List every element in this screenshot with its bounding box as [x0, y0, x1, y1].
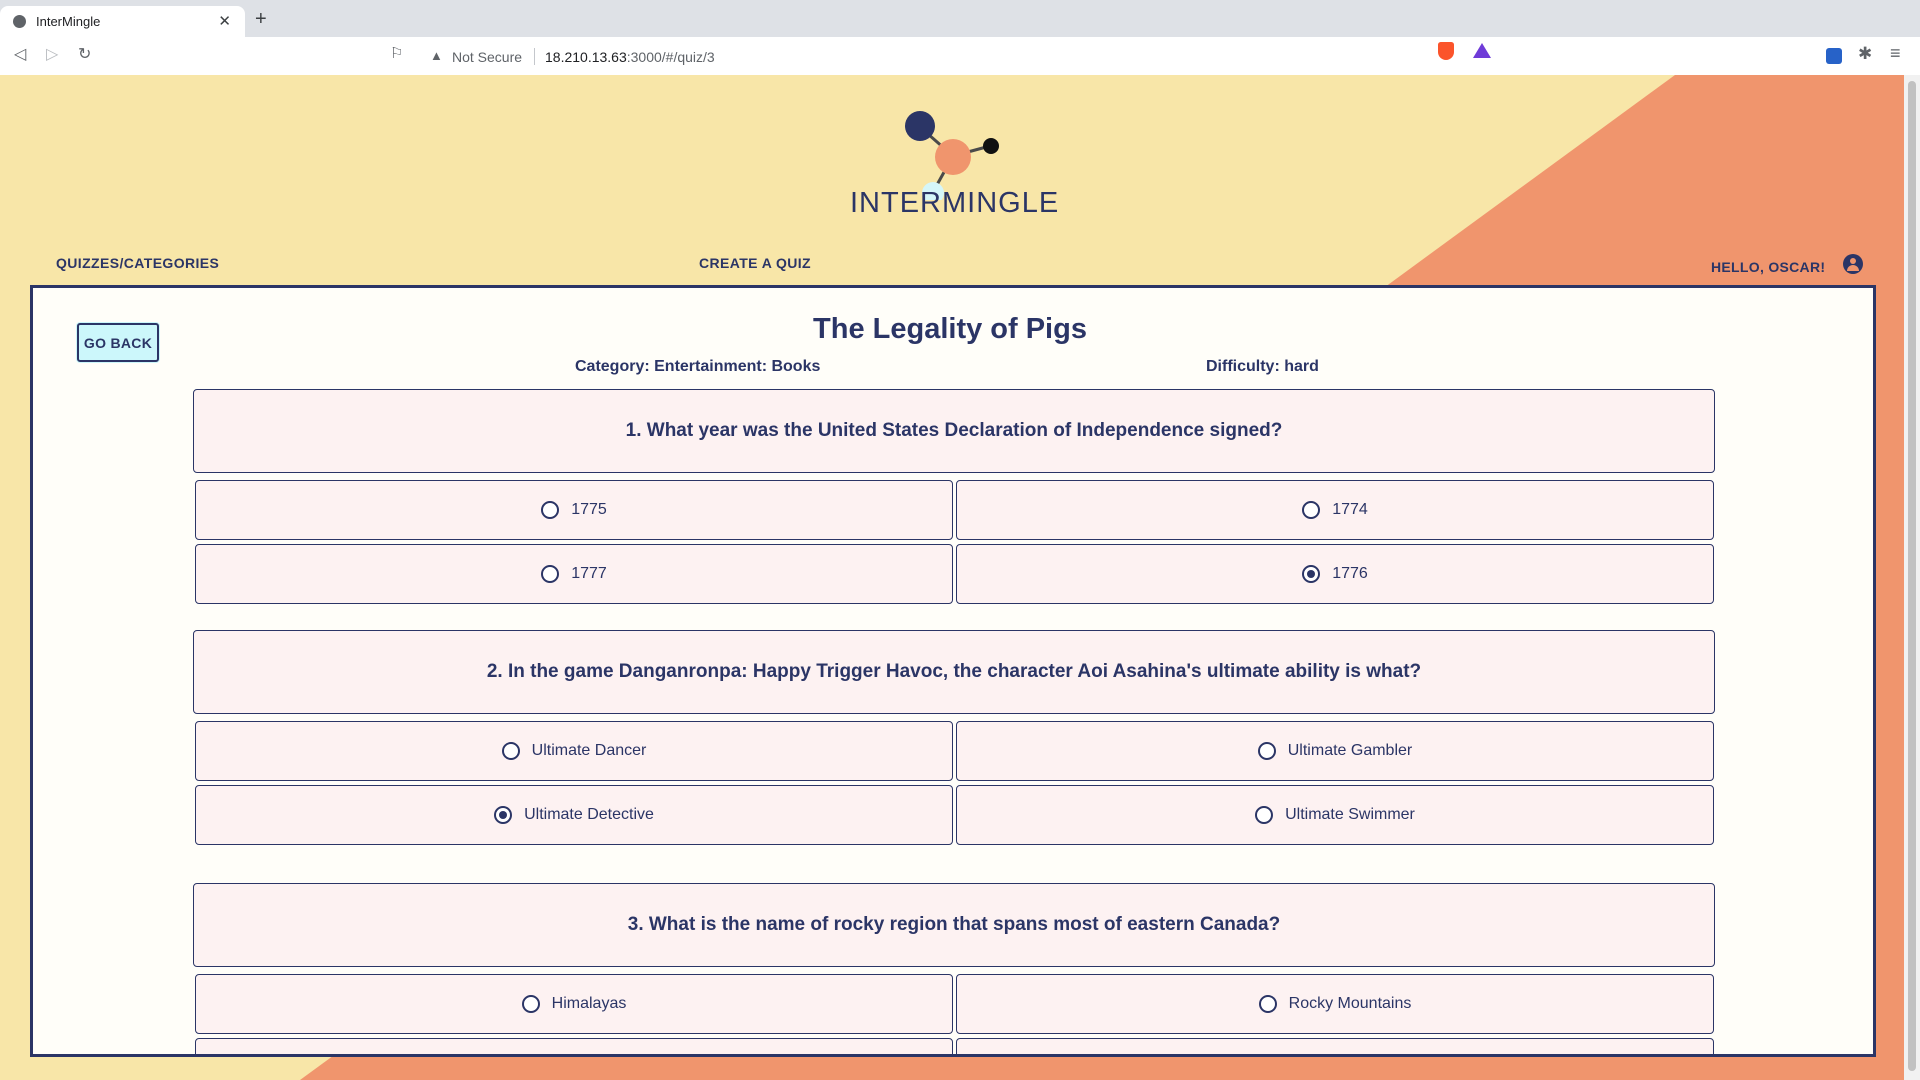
brave-shield-icon[interactable] [1438, 42, 1454, 60]
option-q2-4[interactable]: Ultimate Swimmer [956, 785, 1714, 845]
divider [534, 48, 535, 65]
page: INTERMINGLE QUIZZES/CATEGORIES CREATE A … [0, 75, 1904, 1080]
extensions-icon[interactable]: ✱ [1858, 44, 1872, 64]
radio-button[interactable] [1257, 742, 1276, 760]
url-host: 18.210.13.63 [545, 49, 627, 65]
forward-icon[interactable]: ▷ [46, 44, 58, 64]
browser-tab[interactable]: InterMingle ✕ [0, 6, 245, 37]
bookmark-icon[interactable]: ⚐ [390, 44, 403, 62]
option-q3-1[interactable]: Himalayas [195, 974, 953, 1034]
option-label: Ultimate Swimmer [1285, 806, 1415, 823]
option-q3-2[interactable]: Rocky Mountains [956, 974, 1714, 1034]
brave-rewards-icon[interactable] [1473, 43, 1491, 58]
globe-icon [13, 15, 26, 28]
question-3: 3. What is the name of rocky region that… [193, 883, 1715, 967]
option-label: 1774 [1332, 501, 1368, 518]
close-tab-icon[interactable]: ✕ [218, 12, 231, 30]
option-q3-4[interactable] [956, 1038, 1714, 1054]
url-path: :3000/#/quiz/3 [626, 49, 715, 65]
option-label: 1777 [571, 565, 607, 582]
option-label: Ultimate Dancer [531, 742, 647, 759]
option-q1-2[interactable]: 1774 [956, 480, 1714, 540]
radio-button[interactable] [1255, 806, 1274, 824]
security-label: Not Secure [452, 49, 523, 65]
option-label: Himalayas [551, 995, 627, 1012]
user-greeting: HELLO, OSCAR! [1711, 259, 1826, 275]
option-q2-1[interactable]: Ultimate Dancer [195, 721, 953, 781]
question-2: 2. In the game Danganronpa: Happy Trigge… [193, 630, 1715, 714]
tab-title: InterMingle [36, 14, 101, 29]
quiz-difficulty: Difficulty: hard [1206, 358, 1319, 375]
password-manager-icon[interactable] [1826, 48, 1842, 64]
radio-button[interactable] [1302, 501, 1321, 519]
warning-icon: ▲ [430, 48, 443, 63]
quiz-card: GO BACK The Legality of Pigs Category: E… [30, 285, 1876, 1057]
nav-create-quiz[interactable]: CREATE A QUIZ [699, 255, 811, 271]
radio-button[interactable] [521, 995, 540, 1013]
question-1: 1. What year was the United States Decla… [193, 389, 1715, 473]
radio-button[interactable] [501, 742, 520, 760]
back-icon[interactable]: ◁ [14, 44, 26, 64]
option-label: 1775 [571, 501, 607, 518]
reload-icon[interactable]: ↻ [78, 44, 91, 64]
browser-tab-bar: InterMingle ✕ + [0, 0, 1920, 37]
option-label: Rocky Mountains [1288, 995, 1412, 1012]
option-q3-3[interactable] [195, 1038, 953, 1054]
option-q1-4[interactable]: 1776 [956, 544, 1714, 604]
radio-button[interactable] [541, 565, 560, 583]
option-q2-2[interactable]: Ultimate Gambler [956, 721, 1714, 781]
url-text[interactable]: 18.210.13.63:3000/#/quiz/3 [545, 49, 715, 65]
radio-button-selected[interactable] [1302, 565, 1321, 583]
radio-button-selected[interactable] [494, 806, 513, 824]
scrollbar-thumb[interactable] [1908, 81, 1916, 1071]
browser-toolbar: ◁ ▷ ↻ ⚐ ▲ Not Secure 18.210.13.63:3000/#… [0, 37, 1920, 76]
menu-icon[interactable]: ≡ [1890, 43, 1901, 64]
quiz-category: Category: Entertainment: Books [575, 358, 821, 375]
new-tab-icon[interactable]: + [255, 9, 267, 29]
brand-name: INTERMINGLE [850, 187, 1060, 219]
intermingle-logo-icon [905, 111, 999, 200]
quiz-title: The Legality of Pigs [813, 313, 1087, 345]
option-label: Ultimate Detective [524, 806, 654, 823]
address-bar[interactable]: ▲ Not Secure 18.210.13.63:3000/#/quiz/3 [420, 42, 1498, 70]
option-label: Ultimate Gambler [1287, 742, 1413, 759]
option-q1-1[interactable]: 1775 [195, 480, 953, 540]
radio-button[interactable] [1258, 995, 1277, 1013]
option-q2-3[interactable]: Ultimate Detective [195, 785, 953, 845]
user-account-icon[interactable] [1843, 254, 1863, 274]
radio-button[interactable] [541, 501, 560, 519]
nav-quizzes-categories[interactable]: QUIZZES/CATEGORIES [56, 255, 219, 271]
page-scrollbar[interactable] [1904, 75, 1920, 1080]
option-label: 1776 [1332, 565, 1368, 582]
option-q1-3[interactable]: 1777 [195, 544, 953, 604]
